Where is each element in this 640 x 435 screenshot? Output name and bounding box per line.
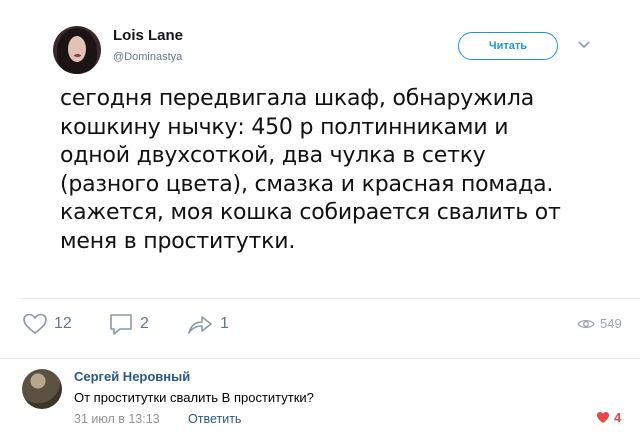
author-name[interactable]: Lois Lane [113, 27, 183, 44]
tweet-text: сегодня передвигала шкаф, обнаружила кош… [60, 85, 620, 256]
tweet-text-line: кажется, моя кошка собирается свалить от [60, 200, 561, 225]
like-count: 12 [54, 315, 72, 332]
tweet-text-line: меня в проститутки. [60, 228, 296, 254]
comment-item: Сергей Неровный От проститутки свалить В… [0, 359, 640, 435]
tweet-card: Lois Lane @Dominastya Читать сегодня пер… [0, 0, 640, 358]
repost-button[interactable]: 1 [186, 312, 229, 336]
reply-link[interactable]: Ответить [188, 412, 241, 426]
follow-button[interactable]: Читать [458, 32, 558, 60]
tweet-text-line: (разного цвета), смазка и красная помада… [60, 171, 554, 197]
reply-count: 2 [140, 315, 149, 332]
heart-outline-icon [23, 313, 47, 335]
tweet-text-line: одной двухсоткой, два чулка в сетку [60, 143, 486, 168]
repost-count: 1 [220, 315, 229, 332]
comment-like-button[interactable]: 4 [596, 410, 621, 425]
comment-date[interactable]: 31 июл в 13:13 [74, 412, 160, 426]
heart-icon [597, 412, 609, 423]
commenter-name[interactable]: Сергей Неровный [74, 369, 190, 384]
author-handle[interactable]: @Dominastya [113, 51, 182, 63]
reply-button[interactable]: 2 [108, 312, 149, 336]
author-avatar[interactable] [53, 26, 101, 74]
views-counter: 549 [577, 316, 622, 331]
comment-icon [110, 314, 132, 335]
tweet-text-line: сегодня передвигала шкаф, обнаружила [60, 86, 534, 111]
tweet-text-line: кошкину нычку: 450 р полтинниками и [60, 114, 509, 140]
commenter-avatar[interactable] [22, 369, 62, 409]
comment-text: От проститутки свалить В проститутки? [74, 390, 314, 405]
comment-like-count: 4 [614, 410, 622, 425]
share-arrow-icon [188, 316, 212, 334]
eye-icon [577, 319, 595, 328]
views-count: 549 [600, 316, 622, 331]
divider [20, 298, 640, 299]
chevron-down-icon[interactable] [577, 37, 591, 51]
like-button[interactable]: 12 [22, 312, 72, 336]
